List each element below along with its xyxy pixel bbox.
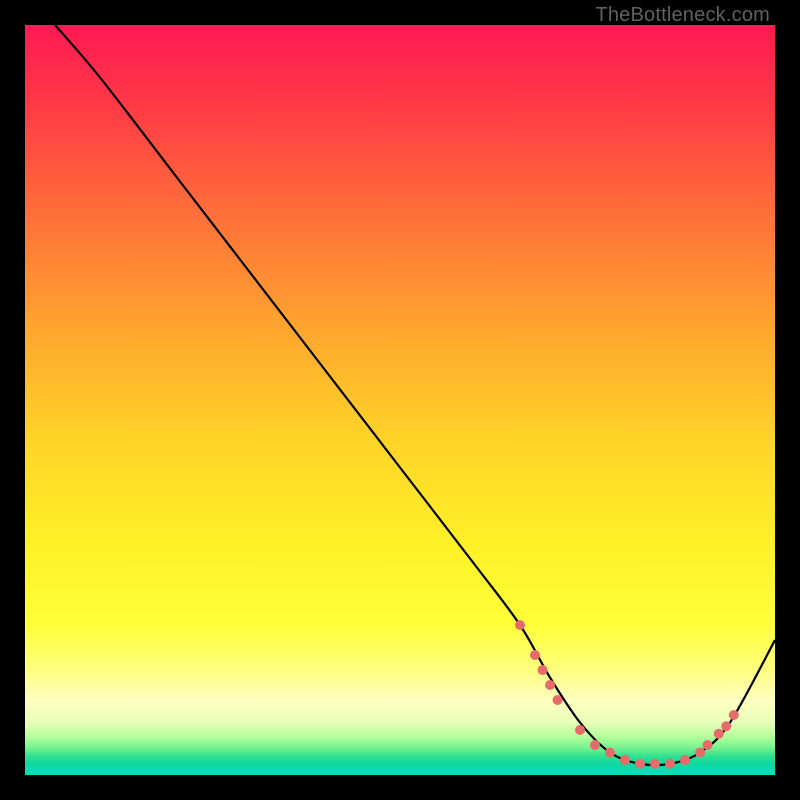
highlight-dot bbox=[590, 740, 600, 750]
highlight-dot bbox=[575, 725, 585, 735]
highlight-dot bbox=[515, 620, 525, 630]
highlight-dot bbox=[530, 650, 540, 660]
gradient-background bbox=[25, 25, 775, 775]
highlight-dot bbox=[553, 695, 563, 705]
highlight-dot bbox=[721, 721, 731, 731]
highlight-dot bbox=[729, 710, 739, 720]
watermark-text: TheBottleneck.com bbox=[595, 4, 770, 27]
highlight-dot bbox=[650, 759, 660, 769]
highlight-dot bbox=[703, 740, 713, 750]
highlight-dot bbox=[665, 759, 675, 769]
highlight-dot bbox=[538, 665, 548, 675]
highlight-dot bbox=[635, 759, 645, 769]
highlight-dot bbox=[545, 680, 555, 690]
highlight-dot bbox=[714, 729, 724, 739]
chart-frame bbox=[25, 25, 775, 775]
highlight-dot bbox=[695, 748, 705, 758]
highlight-dot bbox=[605, 748, 615, 758]
highlight-dot bbox=[680, 755, 690, 765]
highlight-dot bbox=[620, 755, 630, 765]
bottleneck-chart bbox=[25, 25, 775, 775]
